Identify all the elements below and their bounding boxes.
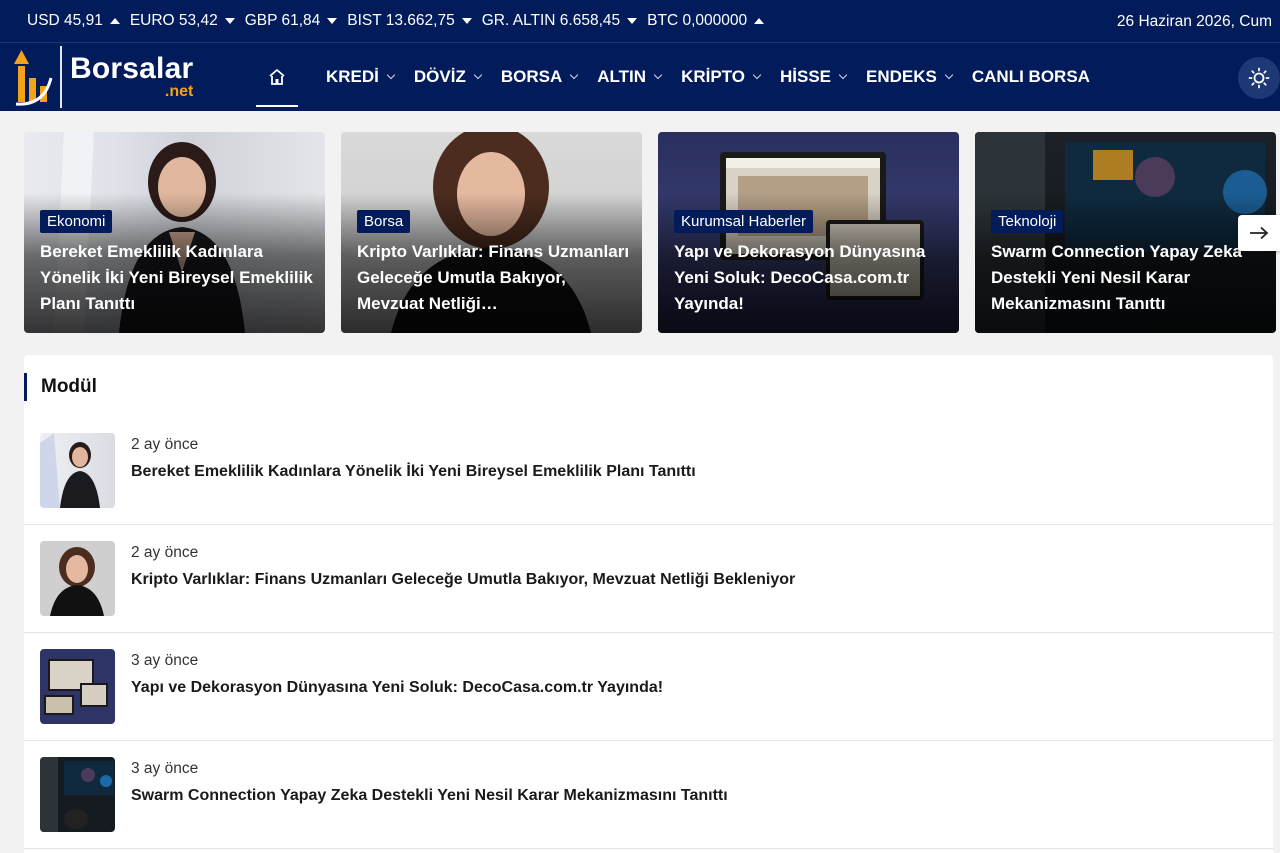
section-accent-bar: [24, 373, 27, 401]
module-title: Modül: [41, 376, 97, 397]
news-thumbnail[interactable]: [40, 541, 115, 616]
featured-card[interactable]: Kurumsal Haberler Yapı ve Dekorasyon Dün…: [658, 132, 959, 333]
ticker-bist[interactable]: BIST 13.662,75: [347, 12, 472, 30]
nav-home[interactable]: [256, 43, 298, 111]
featured-title[interactable]: Kripto Varlıklar: Finans Uzmanları Gelec…: [357, 239, 632, 317]
ticker-btc[interactable]: BTC 0,000000: [647, 12, 765, 30]
category-badge[interactable]: Kurumsal Haberler: [674, 210, 814, 233]
news-time: 3 ay önce: [131, 652, 199, 669]
list-item[interactable]: 2 ay önce Kripto Varlıklar: Finans Uzman…: [24, 525, 1273, 633]
arrow-down-icon: [627, 18, 638, 24]
chevron-down-icon: [473, 70, 483, 80]
logo-divider: [60, 46, 62, 108]
carousel-next-button[interactable]: [1238, 215, 1280, 251]
nav-item-borsa[interactable]: BORSA: [501, 67, 579, 87]
featured-title[interactable]: Yapı ve Dekorasyon Dünyasına Yeni Soluk:…: [674, 239, 949, 317]
ticker-euro[interactable]: EURO 53,42: [130, 12, 235, 30]
nav-item-altin[interactable]: ALTIN: [597, 67, 663, 87]
featured-card[interactable]: Ekonomi Bereket Emeklilik Kadınlara Yöne…: [24, 132, 325, 333]
featured-carousel: Ekonomi Bereket Emeklilik Kadınlara Yöne…: [24, 132, 1280, 333]
news-list: 2 ay önce Bereket Emeklilik Kadınlara Yö…: [24, 417, 1273, 849]
active-indicator: [256, 105, 298, 107]
arrow-down-icon: [327, 18, 338, 24]
chevron-down-icon: [752, 70, 762, 80]
nav-item-kredi[interactable]: KREDİ: [326, 67, 396, 87]
news-headline[interactable]: Yapı ve Dekorasyon Dünyasına Yeni Soluk:…: [131, 679, 663, 697]
news-time: 2 ay önce: [131, 436, 199, 453]
ticker-gold[interactable]: GR. ALTIN 6.658,45: [482, 12, 638, 30]
chevron-down-icon: [944, 70, 954, 80]
nav-item-kripto[interactable]: KRİPTO: [681, 67, 762, 87]
featured-card[interactable]: Borsa Kripto Varlıklar: Finans Uzmanları…: [341, 132, 642, 333]
news-thumbnail[interactable]: [40, 757, 115, 832]
arrow-down-icon: [224, 18, 235, 24]
chevron-down-icon: [838, 70, 848, 80]
news-time: 3 ay önce: [131, 760, 199, 777]
arrow-up-icon: [109, 18, 120, 24]
arrow-up-icon: [754, 18, 765, 24]
nav-menu: KREDİ DÖVİZ BORSA ALTIN KRİPTO HİSSE END…: [326, 43, 1110, 111]
sun-icon: [1248, 67, 1270, 89]
current-date: 26 Haziran 2026, Cum: [1116, 13, 1272, 30]
news-time: 2 ay önce: [131, 544, 199, 561]
main-nav: Borsalar .net KREDİ DÖVİZ BORSA ALTIN KR…: [0, 43, 1280, 111]
news-headline[interactable]: Swarm Connection Yapay Zeka Destekli Yen…: [131, 787, 728, 805]
logo-wordmark: Borsalar .net: [70, 52, 194, 100]
nav-item-endeks[interactable]: ENDEKS: [866, 67, 954, 87]
list-item[interactable]: 2 ay önce Bereket Emeklilik Kadınlara Yö…: [24, 417, 1273, 525]
ticker-items: USD 45,91 EURO 53,42 GBP 61,84 BIST 13.6…: [0, 12, 774, 30]
news-headline[interactable]: Bereket Emeklilik Kadınlara Yönelik İki …: [131, 463, 696, 481]
list-item[interactable]: 3 ay önce Yapı ve Dekorasyon Dünyasına Y…: [24, 633, 1273, 741]
chevron-down-icon: [386, 70, 396, 80]
chevron-down-icon: [570, 70, 579, 80]
module-header: Modül: [24, 373, 97, 401]
featured-title[interactable]: Swarm Connection Yapay Zeka Destekli Yen…: [991, 239, 1266, 317]
ticker-usd[interactable]: USD 45,91: [27, 12, 120, 30]
arrow-right-icon: [1250, 226, 1269, 240]
list-item[interactable]: 3 ay önce Swarm Connection Yapay Zeka De…: [24, 741, 1273, 849]
arrow-down-icon: [461, 18, 472, 24]
theme-toggle-button[interactable]: [1238, 57, 1280, 99]
nav-item-canli-borsa[interactable]: CANLI BORSA: [972, 67, 1090, 87]
logo-icon: [14, 48, 54, 106]
news-headline[interactable]: Kripto Varlıklar: Finans Uzmanları Gelec…: [131, 571, 795, 589]
featured-card[interactable]: Teknoloji Swarm Connection Yapay Zeka De…: [975, 132, 1276, 333]
site-logo[interactable]: Borsalar .net: [14, 46, 214, 108]
ticker-bar: USD 45,91 EURO 53,42 GBP 61,84 BIST 13.6…: [0, 0, 1280, 43]
module-section: Modül 2 ay önce Bereket Emeklilik Kadınl…: [24, 355, 1273, 853]
nav-item-hisse[interactable]: HİSSE: [780, 67, 848, 87]
ticker-gbp[interactable]: GBP 61,84: [245, 12, 338, 30]
category-badge[interactable]: Teknoloji: [991, 210, 1064, 233]
featured-title[interactable]: Bereket Emeklilik Kadınlara Yönelik İki …: [40, 239, 315, 317]
category-badge[interactable]: Borsa: [357, 210, 411, 233]
news-thumbnail[interactable]: [40, 649, 115, 724]
category-badge[interactable]: Ekonomi: [40, 210, 113, 233]
news-thumbnail[interactable]: [40, 433, 115, 508]
nav-item-doviz[interactable]: DÖVİZ: [414, 67, 483, 87]
home-icon: [269, 69, 285, 85]
chevron-down-icon: [653, 70, 663, 80]
